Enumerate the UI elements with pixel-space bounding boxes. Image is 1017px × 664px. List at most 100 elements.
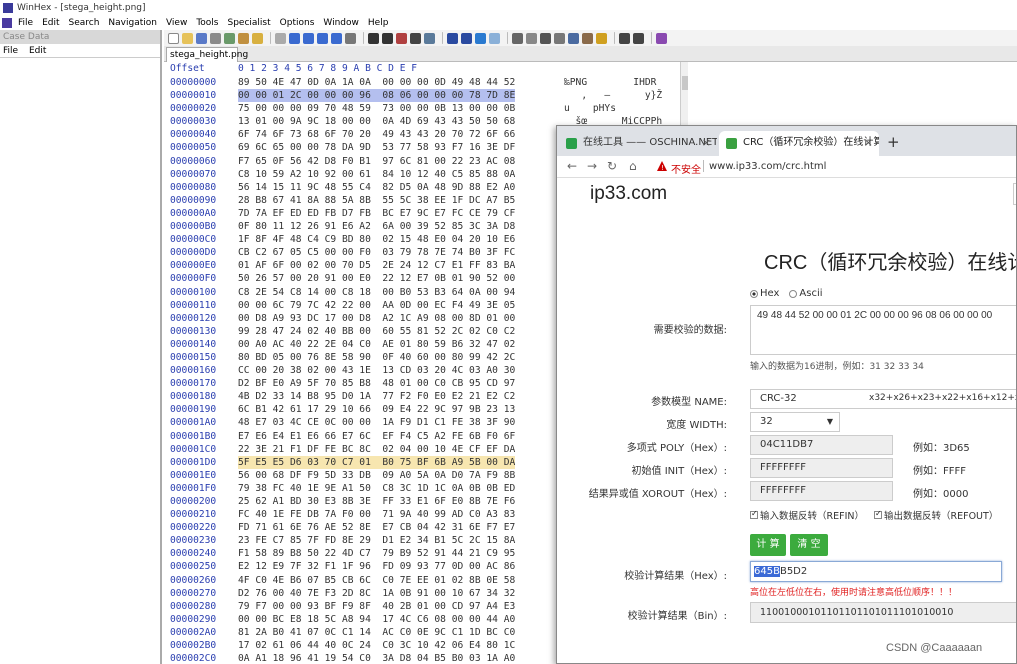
menu-window[interactable]: Window <box>323 18 359 28</box>
init-field[interactable]: FFFFFFFF <box>750 458 893 478</box>
menu-navigation[interactable]: Navigation <box>108 18 157 28</box>
poly-field[interactable]: 04C11DB7 <box>750 435 893 455</box>
row-hex-bytes[interactable]: 00 00 6C 79 7C 42 22 00 AA 0D 00 EC F4 4… <box>238 299 515 312</box>
row-hex-bytes[interactable]: 0F 80 11 12 26 91 E6 A2 6A 00 39 52 85 3… <box>238 220 515 233</box>
case-menu-file[interactable]: File <box>3 46 18 56</box>
row-hex-bytes[interactable]: C8 10 59 A2 10 92 00 61 84 10 12 40 C5 8… <box>238 168 515 181</box>
row-hex-bytes[interactable]: 81 2A B0 41 07 0C C1 14 AC C0 0E 9C C1 1… <box>238 626 515 639</box>
menu-specialist[interactable]: Specialist <box>228 18 271 28</box>
forward-icon[interactable]: → <box>587 159 597 173</box>
search-box[interactable] <box>1013 183 1016 205</box>
row-hex-bytes[interactable]: 17 02 61 06 44 40 0C 24 C0 3C 10 42 06 E… <box>238 639 515 652</box>
hex-row[interactable]: 00000010 00 00 01 2C 00 00 00 96 08 06 00… <box>164 89 688 103</box>
row-hex-bytes[interactable]: 56 00 68 DF F9 5D 33 DB 09 A0 5A 0A D0 7… <box>238 469 515 482</box>
row-hex-bytes[interactable]: F7 65 0F 56 42 D8 F0 B1 97 6C 81 00 22 2… <box>238 155 515 168</box>
close-tab-icon[interactable]: × <box>864 131 873 155</box>
row-hex-bytes[interactable]: 13 01 00 9A 9C 18 00 00 0A 4D 69 43 43 5… <box>238 115 515 128</box>
find-hex-icon[interactable] <box>382 32 393 44</box>
close-tab-icon[interactable]: × <box>702 131 711 155</box>
row-hex-bytes[interactable]: 79 F7 00 00 93 BF F9 8F 40 2B 01 00 CD 9… <box>238 600 515 613</box>
row-hex-bytes[interactable]: 5F E5 E5 D6 03 70 C7 01 B0 75 BF 6B A9 5… <box>238 455 516 469</box>
clear-button[interactable]: 清 空 <box>790 534 828 556</box>
row-hex-bytes[interactable]: 01 AF 6F 00 02 00 70 D5 2E 24 12 C7 E1 F… <box>238 259 515 272</box>
copy-icon[interactable] <box>303 32 314 44</box>
row-hex-bytes[interactable]: CB C2 67 05 C5 00 00 F0 03 79 78 7E 74 B… <box>238 246 515 259</box>
hash-icon[interactable] <box>554 32 565 44</box>
menu-view[interactable]: View <box>166 18 187 28</box>
goto-offset-icon[interactable] <box>447 32 458 44</box>
row-hex-bytes[interactable]: D2 BF E0 A9 5F 70 85 B8 48 01 00 C0 CB 9… <box>238 377 515 390</box>
row-hex-bytes[interactable]: 7D 7A EF ED ED FB D7 FB BC E7 9C E7 FC C… <box>238 207 515 220</box>
row-hex-bytes[interactable]: 75 00 00 00 09 70 48 59 73 00 00 0B 13 0… <box>238 102 515 115</box>
forward-arrow-icon[interactable] <box>489 32 500 44</box>
row-hex-bytes[interactable]: 48 E7 03 4C CE 0C 00 00 1A F9 D1 C1 FE 3… <box>238 416 515 429</box>
analyze-icon[interactable] <box>582 32 593 44</box>
export-icon[interactable] <box>252 32 263 44</box>
row-hex-bytes[interactable]: 69 6C 65 00 00 78 DA 9D 53 77 58 93 F7 1… <box>238 141 515 154</box>
browser-tab-oschina[interactable]: 在线工具 —— OSCHINA.NET社区 × <box>559 131 717 156</box>
row-hex-bytes[interactable]: 25 62 A1 BD 30 E3 8B 3E FF 33 E1 6F E0 8… <box>238 495 515 508</box>
paste-special-icon[interactable] <box>331 32 342 44</box>
ram-editor-icon[interactable] <box>526 32 537 44</box>
new-file-icon[interactable] <box>168 32 179 44</box>
save-icon[interactable] <box>196 32 207 44</box>
row-hex-bytes[interactable]: 89 50 4E 47 0D 0A 1A 0A 00 00 00 0D 49 4… <box>238 76 515 89</box>
row-hex-bytes[interactable]: FD 71 61 6E 76 AE 52 8E E7 CB 04 42 31 6… <box>238 521 515 534</box>
file-tab[interactable]: stega_height.png <box>166 47 248 62</box>
row-hex-bytes[interactable]: 00 D8 A9 93 DC 17 00 D8 A2 1C A9 08 00 8… <box>238 312 515 325</box>
disk-tools-icon[interactable] <box>512 32 523 44</box>
replace-hex-icon[interactable] <box>410 32 421 44</box>
open-disk-icon[interactable] <box>238 32 249 44</box>
row-hex-bytes[interactable]: 22 3E 21 F1 DF FE BC 8C 02 04 00 10 4E C… <box>238 443 515 456</box>
back-arrow-icon[interactable] <box>475 32 486 44</box>
row-hex-bytes[interactable]: 28 B8 67 41 8A 88 5A 8B 55 5C 38 EE 1F D… <box>238 194 515 207</box>
row-ascii[interactable]: u pHYs <box>564 102 616 115</box>
paste-icon[interactable] <box>317 32 328 44</box>
undo-icon[interactable] <box>275 32 286 44</box>
properties-icon[interactable] <box>224 32 235 44</box>
hex-row[interactable]: 00000000 89 50 4E 47 0D 0A 1A 0A 00 00 00… <box>164 76 688 89</box>
template-icon[interactable] <box>596 32 607 44</box>
home-icon[interactable]: ⌂ <box>629 159 637 173</box>
row-hex-bytes[interactable]: 80 BD 05 00 76 8E 58 90 0F 40 60 00 80 9… <box>238 351 515 364</box>
row-hex-bytes[interactable]: CC 00 20 38 02 00 43 1E 13 CD 03 20 4C 0… <box>238 364 515 377</box>
help-icon[interactable] <box>656 32 667 44</box>
find-icon[interactable] <box>368 32 379 44</box>
row-hex-bytes[interactable]: C8 2E 54 C8 14 00 C8 18 00 B0 53 B3 64 0… <box>238 286 515 299</box>
row-hex-bytes[interactable]: E2 12 E9 7F 32 F1 1F 96 FD 09 93 77 0D 0… <box>238 560 515 573</box>
row-hex-bytes[interactable]: 79 38 FC 40 1E 9E A1 50 C8 3C 1D 1C 0A 0… <box>238 482 515 495</box>
refout-checkbox[interactable] <box>874 509 882 519</box>
row-hex-bytes[interactable]: 0A A1 18 96 41 19 54 C0 3A D8 04 B5 B0 0… <box>238 652 515 664</box>
menu-file[interactable]: File <box>18 18 33 28</box>
reload-icon[interactable]: ↻ <box>607 159 617 173</box>
row-hex-bytes[interactable]: 56 14 15 11 9C 48 55 C4 82 D5 0A 48 9D 8… <box>238 181 515 194</box>
next-icon[interactable] <box>633 32 644 44</box>
replace-icon[interactable] <box>396 32 407 44</box>
row-hex-bytes[interactable]: FC 40 1E FE DB 7A F0 00 71 9A 40 99 AD C… <box>238 508 515 521</box>
row-hex-bytes[interactable]: 6F 74 6F 73 68 6F 70 20 49 43 43 20 70 7… <box>238 128 515 141</box>
menu-search[interactable]: Search <box>69 18 100 28</box>
data-input[interactable]: 49 48 44 52 00 00 01 2C 00 00 00 96 08 0… <box>750 305 1016 355</box>
hex-result-field[interactable]: 645BB5D2 <box>750 561 1002 582</box>
row-hex-bytes[interactable]: 4F C0 4E B6 07 B5 CB 6C C0 7E EE 01 02 8… <box>238 574 515 587</box>
calculator-icon[interactable] <box>540 32 551 44</box>
menu-options[interactable]: Options <box>280 18 315 28</box>
hex-radio[interactable] <box>750 289 758 298</box>
ascii-radio[interactable] <box>789 289 798 298</box>
url-field[interactable]: www.ip33.com/crc.html <box>709 161 826 172</box>
site-logo[interactable]: ip33.com <box>590 183 667 205</box>
zoom-icon[interactable] <box>568 32 579 44</box>
row-ascii[interactable]: ‰PNG IHDR <box>564 76 656 89</box>
print-icon[interactable] <box>210 32 221 44</box>
write-icon[interactable] <box>345 32 356 44</box>
case-menu-edit[interactable]: Edit <box>29 46 46 56</box>
refin-checkbox[interactable] <box>750 509 758 519</box>
row-hex-bytes[interactable]: E7 E6 E4 E1 E6 66 E7 6C EF F4 C5 A2 FE 6… <box>238 430 515 443</box>
previous-icon[interactable] <box>619 32 630 44</box>
row-hex-bytes[interactable]: 99 28 47 24 02 40 BB 00 60 55 81 52 2C 0… <box>238 325 515 338</box>
row-ascii[interactable]: , – y}Ž <box>564 89 662 102</box>
app-menu-icon[interactable] <box>2 18 12 28</box>
cut-icon[interactable] <box>289 32 300 44</box>
open-file-icon[interactable] <box>182 32 193 44</box>
insecure-label[interactable]: 不安全 <box>671 161 701 176</box>
